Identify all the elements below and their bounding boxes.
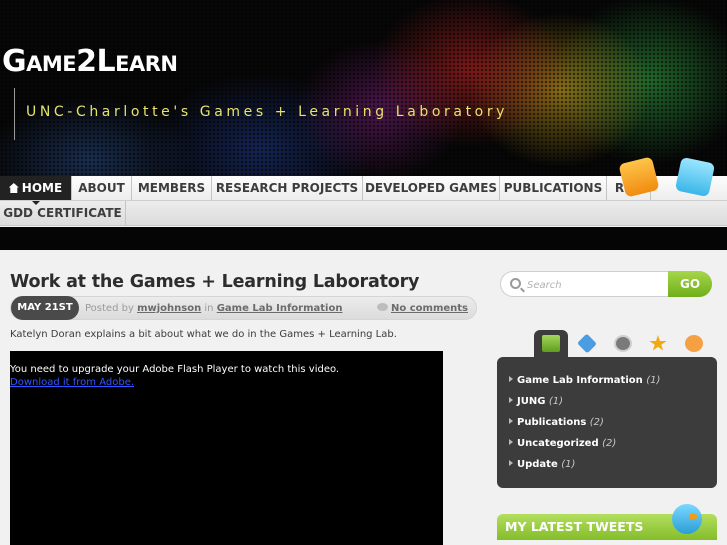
nav-item-members[interactable]: MEMBERS: [132, 176, 212, 200]
twitter-icon[interactable]: [674, 156, 716, 198]
tag-icon: [577, 333, 597, 354]
home-icon: [8, 183, 19, 193]
tab-archives[interactable]: [606, 330, 640, 358]
speech-bubble-icon: [685, 335, 703, 352]
tab-tags[interactable]: [570, 330, 604, 358]
arrow-right-icon: [509, 376, 513, 382]
author-link[interactable]: mwjohnson: [137, 303, 201, 314]
arrow-right-icon: [509, 418, 513, 424]
tab-categories[interactable]: [534, 330, 568, 358]
post-meta-bar: MAY 21ST Posted by mwjohnson in Game Lab…: [10, 296, 477, 320]
nav-item-research-projects[interactable]: RESEARCH PROJECTS: [212, 176, 363, 200]
search-box: GO: [500, 271, 712, 297]
tab-comments[interactable]: [677, 330, 711, 358]
comments-link[interactable]: No comments: [377, 303, 468, 314]
arrow-right-icon: [509, 397, 513, 403]
search-go-button[interactable]: GO: [668, 271, 712, 297]
category-item[interactable]: Update (1): [509, 459, 575, 470]
search-input[interactable]: [527, 276, 667, 294]
categories-panel: Game Lab Information (1) JUNG (1) Public…: [497, 357, 717, 488]
post-meta: Posted by mwjohnson in Game Lab Informat…: [85, 303, 343, 314]
nav-item-home[interactable]: HOME: [0, 176, 72, 205]
arrow-right-icon: [509, 460, 513, 466]
nav-item-gdd-certificate[interactable]: GDD CERTIFICATE: [0, 201, 126, 225]
main-nav: HOME ABOUT MEMBERS RESEARCH PROJECTS DEV…: [0, 176, 727, 226]
category-item[interactable]: Uncategorized (2): [509, 438, 616, 449]
flash-message: You need to upgrade your Adobe Flash Pla…: [10, 364, 340, 375]
star-icon: [649, 335, 667, 351]
clock-icon: [614, 335, 632, 352]
site-tagline: UNC-Charlotte's Games + Learning Laborat…: [26, 104, 509, 120]
flash-download-link[interactable]: Download it from Adobe.: [10, 377, 134, 388]
nav-item-developed-games[interactable]: DEVELOPED GAMES: [363, 176, 500, 200]
category-link[interactable]: Game Lab Information: [217, 303, 343, 314]
nav-item-publications[interactable]: PUBLICATIONS: [500, 176, 607, 200]
site-logo[interactable]: Game2Learn: [2, 44, 178, 79]
comment-icon: [377, 303, 388, 311]
site-header: Game2Learn UNC-Charlotte's Games + Learn…: [0, 0, 727, 178]
post-date: MAY 21ST: [11, 296, 79, 320]
post-title[interactable]: Work at the Games + Learning Laboratory: [10, 272, 419, 292]
arrow-right-icon: [509, 439, 513, 445]
tab-popular[interactable]: [641, 330, 675, 358]
category-item[interactable]: Game Lab Information (1): [509, 375, 660, 386]
category-item[interactable]: JUNG (1): [509, 396, 563, 407]
video-player[interactable]: You need to upgrade your Adobe Flash Pla…: [10, 351, 443, 545]
folder-icon: [542, 335, 560, 352]
post-excerpt: Katelyn Doran explains a bit about what …: [10, 329, 397, 340]
tagline-divider: [14, 88, 15, 140]
twitter-bird-icon: [672, 504, 702, 534]
nav-item-about[interactable]: ABOUT: [72, 176, 132, 200]
category-item[interactable]: Publications (2): [509, 417, 604, 428]
tweets-title: MY LATEST TWEETS: [505, 519, 644, 534]
header-band: [0, 227, 727, 250]
search-icon: [510, 278, 521, 289]
